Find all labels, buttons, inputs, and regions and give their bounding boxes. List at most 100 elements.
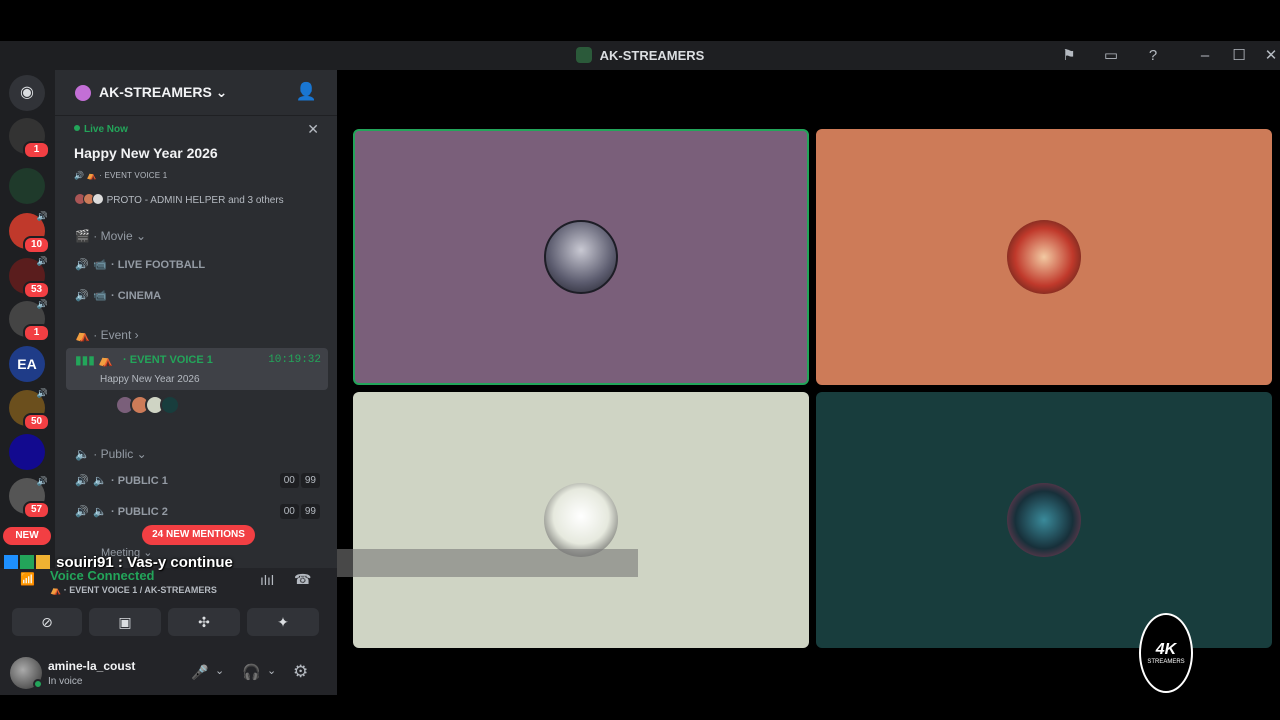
channel-label: CINEMA bbox=[117, 290, 162, 302]
avatar bbox=[1007, 220, 1081, 294]
server-badge: 57 bbox=[23, 501, 50, 519]
window-title-text: AK-STREAMERS bbox=[599, 48, 705, 63]
speaker-icon: 🔊 bbox=[36, 476, 48, 486]
chevron-down-icon[interactable]: ⌄ bbox=[267, 664, 276, 677]
event-title: Happy New Year 2026 bbox=[74, 145, 218, 161]
live-now-label: Live Now bbox=[74, 124, 128, 135]
speaker-icon: 🔊 bbox=[75, 290, 89, 302]
participant-tile-2[interactable] bbox=[816, 129, 1272, 385]
avatar bbox=[544, 483, 618, 557]
title-bar: AK-STREAMERS ⚑ ▭ ? – ☐ ✕ bbox=[0, 41, 1280, 70]
server-icon-4[interactable]: 🔊 53 bbox=[9, 256, 50, 299]
count-current: 00 bbox=[279, 473, 299, 488]
signal-icon[interactable]: 📶 bbox=[20, 572, 35, 586]
discord-home-icon[interactable]: ◉ bbox=[9, 75, 45, 111]
speaker-icon: 🔊 bbox=[36, 299, 48, 309]
new-mentions-pill[interactable]: 24 NEW MENTIONS bbox=[142, 525, 255, 545]
event-participants: PROTO - ADMIN HELPER and 3 others bbox=[74, 193, 284, 206]
streamers-logo: 4K STREAMERS bbox=[1139, 613, 1193, 693]
server-name[interactable]: AK-STREAMERS ⌄ bbox=[99, 84, 227, 101]
server-badge: 1 bbox=[23, 141, 50, 159]
voice-participants[interactable] bbox=[115, 395, 180, 420]
top-letterbox bbox=[0, 0, 1280, 41]
soundboard-button[interactable]: ✦ bbox=[247, 608, 319, 636]
movie-icon: 📹 bbox=[93, 259, 107, 271]
channel-public-2[interactable]: 🔊 🔈 · PUBLIC 2 bbox=[75, 505, 168, 518]
category-movie[interactable]: 🎬 · Movie ⌄ bbox=[75, 229, 146, 243]
participant-tile-4[interactable] bbox=[816, 392, 1272, 648]
live-now-card[interactable]: Live Now ✕ Happy New Year 2026 🔊 ⛺ · EVE… bbox=[55, 117, 337, 212]
microphone-icon[interactable]: 🎤 bbox=[191, 664, 208, 681]
channel-live-football[interactable]: 🔊 📹 · LIVE FOOTBALL bbox=[75, 258, 205, 271]
disconnect-icon[interactable]: ☎ bbox=[294, 571, 311, 588]
server-badge: 1 bbox=[23, 324, 50, 342]
server-icon-1[interactable]: 1 bbox=[9, 118, 50, 159]
server-badge: 50 bbox=[23, 413, 50, 431]
avatar bbox=[544, 220, 618, 294]
app-icon bbox=[575, 47, 592, 63]
voice-activity-icon: ▮▮▮ ⛺ bbox=[75, 353, 114, 367]
speaker-icon: 🔊 bbox=[36, 211, 48, 221]
logo-subtext: STREAMERS bbox=[1147, 659, 1185, 665]
channel-event-voice-1[interactable]: ▮▮▮ ⛺ · EVENT VOICE 1 10:19:32 Happy New… bbox=[66, 348, 328, 390]
event-channel-name: EVENT VOICE 1 bbox=[104, 171, 168, 180]
server-icon-2[interactable] bbox=[9, 168, 45, 204]
avatar bbox=[1007, 483, 1081, 557]
channel-cinema[interactable]: 🔊 📹 · CINEMA bbox=[75, 289, 161, 302]
noise-suppression-icon[interactable]: ılıl bbox=[260, 572, 274, 588]
chevron-down-icon: ⌄ bbox=[215, 84, 228, 100]
minimize-button[interactable]: – bbox=[1194, 45, 1216, 67]
server-icon-6[interactable]: EA bbox=[9, 346, 45, 382]
close-icon[interactable]: ✕ bbox=[307, 121, 319, 138]
voice-user-panel: 📶 Voice Connected ⛺ · EVENT VOICE 1 / AK… bbox=[0, 568, 337, 695]
user-area: amine-la_coust In voice 🎤 ⌄ 🎧 ⌄ ⚙ bbox=[0, 652, 337, 695]
server-icon-8[interactable] bbox=[9, 434, 45, 470]
camera-off-button[interactable]: ⊘ bbox=[12, 608, 82, 636]
server-icon-9[interactable]: 🔊 57 bbox=[9, 476, 50, 519]
participant-tile-3[interactable] bbox=[353, 392, 809, 648]
video-stage bbox=[337, 70, 1280, 695]
voice-location[interactable]: ⛺ · EVENT VOICE 1 / AK-STREAMERS bbox=[50, 585, 217, 596]
badge-icon bbox=[36, 555, 50, 569]
movie-icon: 📹 bbox=[93, 290, 107, 302]
new-pill[interactable]: NEW bbox=[3, 527, 51, 545]
participants-text: PROTO - ADMIN HELPER and 3 others bbox=[106, 195, 284, 206]
channel-label: PUBLIC 1 bbox=[117, 475, 168, 487]
channel-name-text: EVENT VOICE 1 bbox=[129, 354, 213, 366]
server-icon-3[interactable]: 🔊 10 bbox=[9, 211, 50, 254]
category-label: Public bbox=[100, 447, 134, 461]
server-boost-icon bbox=[75, 85, 91, 101]
settings-gear-icon[interactable]: ⚙ bbox=[293, 662, 308, 682]
activities-button[interactable]: ✣ bbox=[168, 608, 240, 636]
screen-share-button[interactable]: ▣ bbox=[89, 608, 161, 636]
help-icon[interactable]: ? bbox=[1142, 45, 1164, 67]
speaker-icon: 🔊 bbox=[75, 259, 89, 271]
overlay-message-text: souiri91 : Vas-y continue bbox=[56, 554, 233, 571]
server-name-text: AK-STREAMERS bbox=[99, 84, 212, 100]
inbox-icon[interactable]: ▭ bbox=[1100, 45, 1122, 67]
chevron-down-icon[interactable]: ⌄ bbox=[215, 664, 224, 677]
server-badge: 10 bbox=[23, 236, 50, 254]
server-icon-7[interactable]: 🔊 50 bbox=[9, 388, 50, 431]
server-icon-5[interactable]: 🔊 1 bbox=[9, 299, 50, 342]
participant-tile-1[interactable] bbox=[353, 129, 809, 385]
user-count: 00 99 bbox=[278, 473, 320, 488]
maximize-button[interactable]: ☐ bbox=[1228, 45, 1250, 67]
server-header[interactable]: AK-STREAMERS ⌄ 👤 bbox=[55, 70, 337, 116]
category-label: Movie bbox=[100, 229, 133, 243]
category-label: Event bbox=[100, 328, 132, 342]
event-channel: 🔊 ⛺ · EVENT VOICE 1 bbox=[74, 171, 168, 180]
flag-icon[interactable]: ⚑ bbox=[1058, 45, 1080, 67]
avatar[interactable] bbox=[160, 395, 180, 415]
category-public[interactable]: 🔈 · Public ⌄ bbox=[75, 447, 147, 461]
add-user-icon[interactable]: 👤 bbox=[296, 82, 317, 102]
headphones-icon[interactable]: 🎧 bbox=[242, 663, 261, 681]
category-event[interactable]: ⛺ · Event › bbox=[75, 328, 139, 342]
badge-icon bbox=[20, 555, 34, 569]
bottom-letterbox bbox=[0, 695, 1280, 720]
close-button[interactable]: ✕ bbox=[1260, 45, 1280, 67]
username[interactable]: amine-la_coust bbox=[48, 659, 135, 673]
channel-public-1[interactable]: 🔊 🔈 · PUBLIC 1 bbox=[75, 474, 168, 487]
speaker-icon: 🔊 bbox=[36, 256, 48, 266]
channel-label: PUBLIC 2 bbox=[117, 506, 168, 518]
